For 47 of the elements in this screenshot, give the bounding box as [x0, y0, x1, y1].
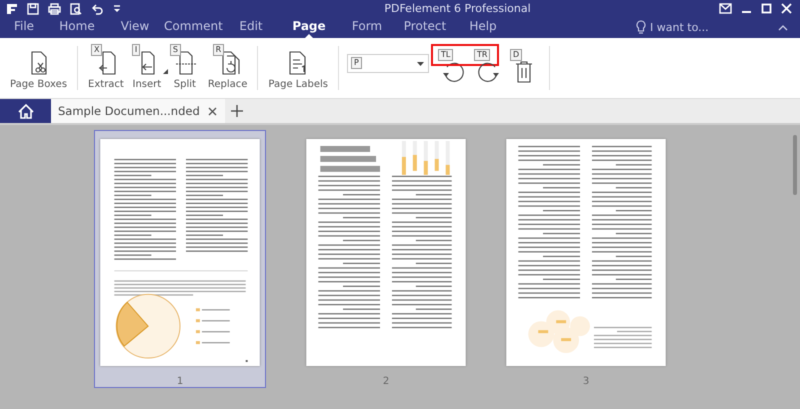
- shortcut-key: X: [90, 44, 102, 56]
- close-icon[interactable]: [208, 106, 217, 116]
- menu-tab[interactable]: Comment: [164, 17, 222, 38]
- add-tab-icon[interactable]: [230, 105, 243, 117]
- home-icon[interactable]: [18, 104, 34, 118]
- menu-tab[interactable]: Page: [280, 17, 338, 38]
- app-logo-icon: [6, 2, 18, 14]
- shortcut-key: P: [351, 56, 362, 68]
- shortcut-key: TR: [474, 49, 490, 61]
- shortcut-key: TL: [438, 49, 454, 61]
- ribbon-button[interactable]: S Split: [166, 46, 204, 90]
- ribbon-button[interactable]: R Replace: [204, 46, 252, 90]
- icon-button[interactable]: D: [507, 51, 543, 85]
- menu-tab[interactable]: File: [0, 17, 48, 38]
- maximize-icon[interactable]: [761, 3, 772, 14]
- menu-tab[interactable]: Edit: [222, 17, 280, 38]
- menu-tab[interactable]: Home: [48, 17, 106, 38]
- undo-icon[interactable]: [91, 2, 103, 14]
- lightbulb-icon: [636, 20, 646, 35]
- ribbon-button[interactable]: I Insert: [128, 46, 166, 90]
- scroll-thumb[interactable]: [793, 135, 797, 195]
- window-title: PDFelement 6 Professional: [383, 2, 532, 15]
- page-dropdown[interactable]: P: [347, 54, 429, 72]
- menu-tab[interactable]: Help: [454, 17, 512, 38]
- save-icon[interactable]: [27, 2, 39, 14]
- menu-tab[interactable]: View: [106, 17, 164, 38]
- search-field[interactable]: I want to...: [650, 21, 770, 34]
- shortcut-key: I: [132, 44, 140, 56]
- print-preview-icon[interactable]: [70, 2, 82, 14]
- ribbon-button[interactable]: Page Labels: [264, 46, 332, 90]
- menu-tab[interactable]: Protect: [396, 17, 454, 38]
- icon-button[interactable]: TR: [471, 51, 507, 85]
- shortcut-key: R: [212, 44, 224, 56]
- home-button[interactable]: [0, 99, 51, 123]
- mail-icon[interactable]: [719, 3, 732, 14]
- dropdown-arrow-icon: [417, 62, 424, 66]
- icon-button[interactable]: TL: [435, 51, 471, 85]
- collapse-ribbon-icon[interactable]: [778, 24, 788, 31]
- page-thumbnail[interactable]: 1: [94, 130, 266, 388]
- shortcut-key: D: [510, 49, 522, 61]
- menu-tab[interactable]: Form: [338, 17, 396, 38]
- shortcut-key: S: [170, 44, 181, 56]
- ribbon-button[interactable]: X Extract: [84, 46, 128, 90]
- customize-icon[interactable]: [112, 2, 122, 14]
- print-icon[interactable]: [48, 2, 61, 14]
- document-tab[interactable]: Sample Documen...nded: [51, 99, 225, 123]
- ribbon-button[interactable]: Page Boxes: [6, 46, 72, 90]
